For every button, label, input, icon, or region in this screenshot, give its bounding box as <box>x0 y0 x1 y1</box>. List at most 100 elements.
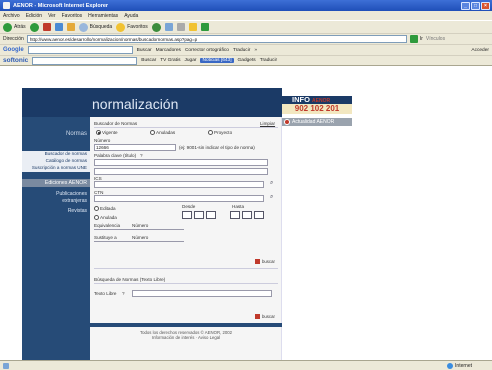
clear-link[interactable]: Limpiar <box>260 121 275 126</box>
softonic-search-button[interactable]: Buscar <box>141 58 156 63</box>
search-button[interactable]: Búsqueda <box>78 22 112 32</box>
google-logo: Google <box>3 47 24 53</box>
ctn-search-icon[interactable]: ⌕ <box>270 194 273 201</box>
back-arrow-icon <box>3 22 12 32</box>
to-month[interactable] <box>242 211 252 219</box>
home-button[interactable] <box>66 23 75 31</box>
nav-item-publicaciones[interactable]: Publicaciones <box>22 191 90 197</box>
search-form: Buscador de Normas Limpiar Vigente Anula… <box>90 117 282 360</box>
radio-anuladas-dot <box>150 130 155 136</box>
radio-anuladas[interactable]: Anuladas <box>150 130 175 136</box>
favorites-button[interactable]: Favoritos <box>116 22 148 32</box>
nav-item-extranjeras[interactable]: extranjeras <box>22 198 90 204</box>
search-button-free[interactable]: buscar <box>255 314 275 319</box>
softonic-news-button[interactable]: Noticias [643] <box>200 58 234 63</box>
google-bookmarks-button[interactable]: Marcadores <box>156 48 181 53</box>
history-button[interactable] <box>151 22 161 32</box>
free-text-input[interactable] <box>132 290 272 297</box>
go-button[interactable]: Ir <box>409 35 423 43</box>
ics-input[interactable] <box>94 181 264 188</box>
nav-item-buscador[interactable]: Buscador de normas <box>22 151 90 158</box>
page-footer: Todos los derechos reservados © AENOR, 2… <box>90 330 282 342</box>
equivalence-number-label: Número <box>132 223 149 228</box>
minimize-button[interactable]: _ <box>461 1 470 10</box>
free-text-help-icon[interactable]: ? <box>122 291 125 296</box>
footer-links[interactable]: Información de interés · Aviso Legal <box>90 335 282 340</box>
aenor-page: normalización Normas Buscador de normas … <box>22 88 352 360</box>
ics-search-icon[interactable]: ⌕ <box>270 180 273 187</box>
stop-button[interactable] <box>42 23 51 31</box>
status-bar: Internet <box>0 360 492 370</box>
form-divider-2 <box>94 268 278 269</box>
links-label[interactable]: Vínculos <box>426 36 445 42</box>
softonic-translate-button[interactable]: Traducir <box>260 58 277 63</box>
softonic-search-input[interactable] <box>32 56 138 65</box>
info-aenor-heading: INFO AENOR <box>282 96 352 104</box>
menu-ver[interactable]: Ver <box>48 13 56 19</box>
form-section-label: Buscador de Normas <box>94 121 138 126</box>
forward-button[interactable] <box>29 22 39 32</box>
title-input[interactable] <box>94 159 268 166</box>
softonic-gadgets-button[interactable]: Gadgets <box>238 58 256 63</box>
maximize-button[interactable]: □ <box>471 1 480 10</box>
go-arrow-icon <box>409 35 418 43</box>
nav-item-ediciones[interactable]: Ediciones AENOR <box>22 179 90 187</box>
title-help-icon[interactable]: ? <box>140 153 143 158</box>
refresh-button[interactable] <box>54 23 63 31</box>
back-button[interactable]: Atrás <box>3 22 26 32</box>
google-more-button[interactable]: » <box>254 48 257 53</box>
radio-vigente-dot <box>96 130 101 136</box>
google-access-button[interactable]: Acceder <box>471 48 489 53</box>
menu-archivo[interactable]: Archivo <box>3 13 20 19</box>
info-phone[interactable]: 902 102 201 <box>282 104 352 114</box>
menu-bar: Archivo Edición Ver Favoritos Herramient… <box>0 11 492 20</box>
radio-vigente[interactable]: Vigente <box>96 130 118 136</box>
nav-item-catalogo[interactable]: Catálogo de normas <box>22 158 90 165</box>
title-input-2[interactable] <box>94 168 268 175</box>
close-button[interactable]: × <box>481 1 490 10</box>
google-spell-button[interactable]: Corrector ortográfico <box>185 48 229 53</box>
news-link[interactable]: Actualidad AENOR <box>282 118 352 126</box>
messenger-button[interactable] <box>200 23 209 31</box>
form-bottom-bar <box>90 323 282 327</box>
from-label: Desde <box>182 204 196 209</box>
mail-button[interactable] <box>164 23 173 31</box>
menu-ayuda[interactable]: Ayuda <box>124 13 138 19</box>
radio-editada[interactable]: Editada <box>94 206 116 212</box>
free-text-section-label: Búsqueda de Normas (Texto Libre) <box>94 277 166 282</box>
nav-item-suscripcion[interactable]: Suscripción a normas UNE <box>22 165 90 172</box>
number-input[interactable]: 12666 <box>94 144 176 151</box>
radio-proyecto-dot <box>208 130 213 136</box>
to-label: Hasta <box>232 204 245 209</box>
from-year[interactable] <box>206 211 216 219</box>
print-button[interactable] <box>176 23 185 31</box>
standard-toolbar: Atrás Búsqueda Favoritos <box>0 20 492 33</box>
form-divider-3 <box>94 283 278 284</box>
google-search-input[interactable] <box>27 46 133 54</box>
folder-button[interactable] <box>188 23 197 31</box>
radio-anulada[interactable]: Anulada <box>94 215 117 221</box>
google-search-button[interactable]: Buscar <box>137 48 152 53</box>
radio-proyecto[interactable]: Proyecto <box>208 130 232 136</box>
from-month[interactable] <box>194 211 204 219</box>
menu-edicion[interactable]: Edición <box>26 13 42 19</box>
address-input[interactable]: http://www.aenor.es/desarrollo/normaliza… <box>26 35 407 43</box>
menu-favoritos[interactable]: Favoritos <box>62 13 83 19</box>
substitutes-input[interactable] <box>94 241 184 242</box>
softonic-play-button[interactable]: Jugar <box>184 58 196 63</box>
to-day[interactable] <box>230 211 240 219</box>
left-nav: Normas Buscador de normas Catálogo de no… <box>22 117 90 360</box>
equivalence-input[interactable] <box>94 229 184 230</box>
ctn-input[interactable] <box>94 195 264 202</box>
to-year[interactable] <box>254 211 264 219</box>
nav-item-revistas[interactable]: Revistas <box>22 208 90 214</box>
window-controls: _ □ × <box>461 1 490 10</box>
from-day[interactable] <box>182 211 192 219</box>
softonic-tv-button[interactable]: TV Gratis <box>160 58 180 63</box>
window-title: AENOR - Microsoft Internet Explorer <box>13 2 109 9</box>
google-translate-button[interactable]: Traducir <box>233 48 250 53</box>
page-status-icon <box>3 362 9 369</box>
search-button-main[interactable]: buscar <box>255 259 275 264</box>
softonic-toolbar: softonic Buscar TV Gratis Jugar Noticias… <box>0 55 492 66</box>
menu-herramientas[interactable]: Herramientas <box>88 13 118 19</box>
